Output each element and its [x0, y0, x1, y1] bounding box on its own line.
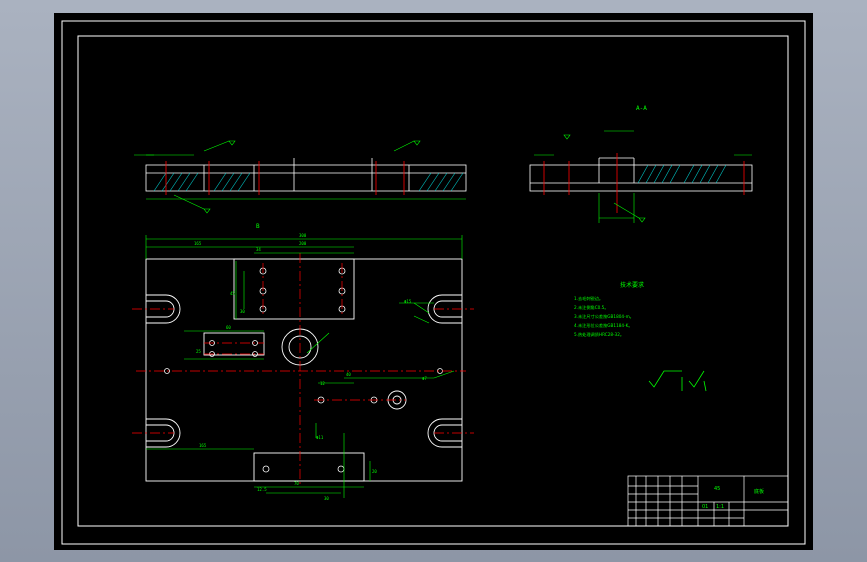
- svg-text:165: 165: [199, 443, 207, 448]
- svg-text:45: 45: [230, 291, 235, 296]
- outer-sheet-border: [61, 20, 806, 545]
- svg-text:200: 200: [299, 241, 307, 246]
- tech-requirements-notes: 1.去毛刺锐边。 2.未注倒角C0.5。 3.未注尺寸公差按GB1804-m。 …: [574, 295, 634, 338]
- svg-text:12: 12: [320, 381, 325, 386]
- tech-note: 2.未注倒角C0.5。: [574, 304, 609, 311]
- section-aa-label: A-A: [636, 105, 647, 112]
- cad-viewport[interactable]: A-A 165 300 200 34 45 30 60 25 165 70 12…: [54, 13, 813, 550]
- tech-note: 3.未注尺寸公差按GB1804-m。: [574, 313, 634, 320]
- plan-centerlines-vertical: [262, 253, 343, 485]
- tech-note: 1.去毛刺锐边。: [574, 295, 603, 302]
- drawing-number: 01: [702, 504, 708, 510]
- svg-text:40: 40: [346, 372, 351, 377]
- tech-note: 4.未注形位公差按GB1184-K。: [574, 322, 633, 329]
- tech-note: 5.热处理调质HRC28-32。: [574, 331, 624, 338]
- title-block: [627, 475, 789, 527]
- dimension-text-marks: 165 300 200 34 45 30 60 25 165 70 12.5 3…: [194, 233, 427, 501]
- scale: 1:1: [716, 504, 724, 510]
- view-b-label: B: [256, 223, 260, 230]
- material: 45: [714, 486, 720, 492]
- section-view-left: [145, 158, 467, 192]
- svg-text:60: 60: [226, 325, 231, 330]
- svg-text:Φ15: Φ15: [404, 299, 412, 304]
- tech-requirements-title: 技术要求: [620, 281, 644, 289]
- plan-view-outline: [145, 258, 463, 482]
- svg-text:12.5: 12.5: [257, 487, 267, 492]
- title-block-text: 底板 45 1:1 01: [702, 486, 764, 510]
- bolt-holes: [164, 267, 443, 473]
- svg-text:34: 34: [256, 247, 261, 252]
- svg-text:25: 25: [196, 349, 201, 354]
- svg-text:Φ11: Φ11: [316, 435, 324, 440]
- section-dimensions-left: [146, 140, 466, 214]
- svg-text:70: 70: [294, 481, 299, 486]
- part-name: 底板: [754, 488, 764, 495]
- section-hatch-right: [637, 164, 727, 184]
- svg-text:20: 20: [372, 469, 377, 474]
- cad-drawing-canvas: A-A 165 300 200 34 45 30 60 25 165 70 12…: [61, 20, 806, 545]
- svg-text:30: 30: [240, 309, 245, 314]
- section-centerlines-left: [165, 161, 405, 195]
- svg-text:Φ7: Φ7: [422, 376, 427, 381]
- inner-frame-border: [77, 35, 789, 527]
- section-hatch-left: [153, 172, 464, 192]
- svg-text:165: 165: [194, 241, 202, 246]
- plan-centerlines: [132, 308, 474, 434]
- section-dimensions-right: [563, 130, 646, 223]
- svg-text:300: 300: [299, 233, 307, 238]
- central-bore: [281, 328, 407, 410]
- roughness-symbol: [648, 370, 707, 392]
- plan-dimensions: [145, 235, 463, 498]
- svg-text:30: 30: [324, 496, 329, 501]
- section-view-right: [529, 157, 753, 192]
